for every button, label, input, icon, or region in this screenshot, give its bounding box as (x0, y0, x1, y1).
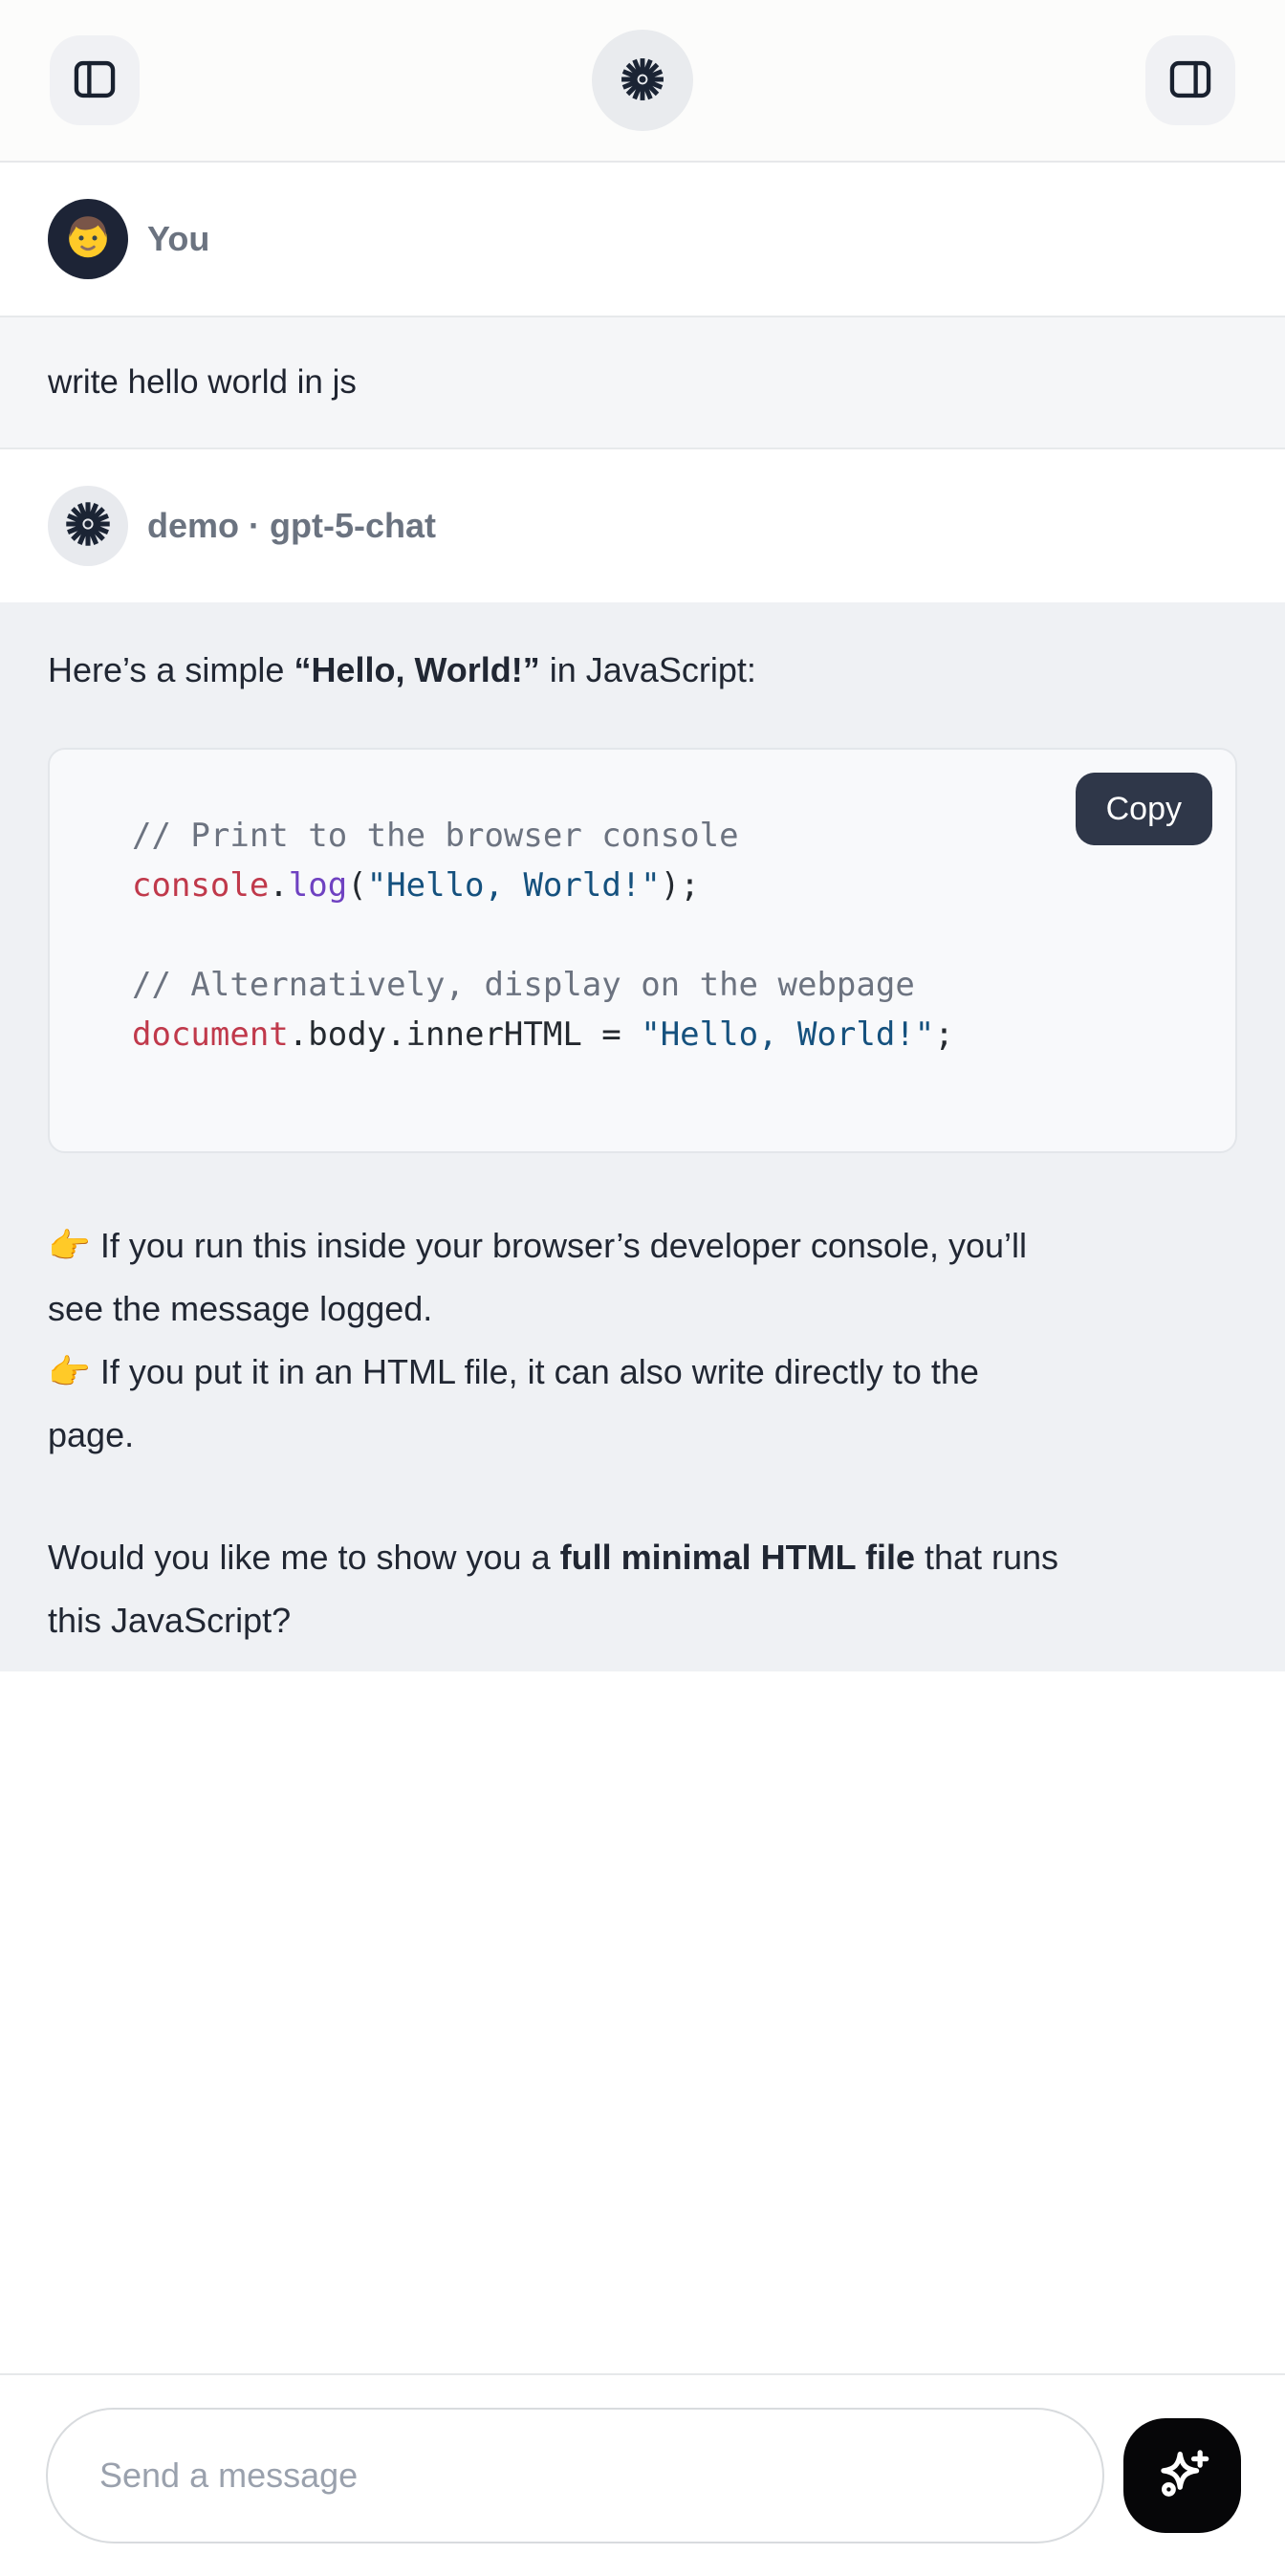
right-panel-toggle-button[interactable] (1145, 35, 1235, 125)
assistant-question-text: Would you like me to show you a full min… (48, 1526, 1237, 1652)
model-avatar-button[interactable] (592, 30, 693, 131)
sidebar-toggle-button[interactable] (50, 35, 140, 125)
message-input[interactable] (46, 2408, 1104, 2543)
assistant-message-header: demo · gpt-5-chat (0, 449, 1285, 602)
panel-right-icon (1165, 55, 1215, 107)
top-bar (0, 0, 1285, 163)
user-avatar (48, 199, 128, 279)
user-sender-label: You (147, 219, 209, 259)
chat-app: You write hello world in js (0, 0, 1285, 2576)
code-block: Copy // Print to the browser console con… (48, 748, 1237, 1153)
assistant-avatar (48, 486, 128, 566)
assistant-message-body: Here’s a simple “Hello, World!” in JavaS… (0, 602, 1285, 1671)
sparkle-plus-icon (1151, 2443, 1214, 2509)
person-emoji-icon (60, 209, 116, 270)
assistant-intro-text: Here’s a simple “Hello, World!” in JavaS… (48, 639, 1237, 702)
panel-left-icon (70, 55, 120, 107)
starburst-icon (616, 53, 669, 109)
send-button[interactable] (1123, 2418, 1241, 2533)
composer (0, 2373, 1285, 2576)
starburst-icon (60, 496, 116, 557)
assistant-sender-label: demo · gpt-5-chat (147, 506, 436, 546)
user-message-bubble: write hello world in js (0, 316, 1285, 449)
code-content: // Print to the browser console console.… (50, 750, 1235, 1151)
user-message-text: write hello world in js (48, 363, 357, 402)
copy-button[interactable]: Copy (1076, 773, 1212, 845)
user-message-header: You (0, 163, 1285, 316)
assistant-notes-text: 👉 If you run this inside your browser’s … (48, 1214, 1237, 1467)
empty-scroll-area (0, 1671, 1285, 2373)
